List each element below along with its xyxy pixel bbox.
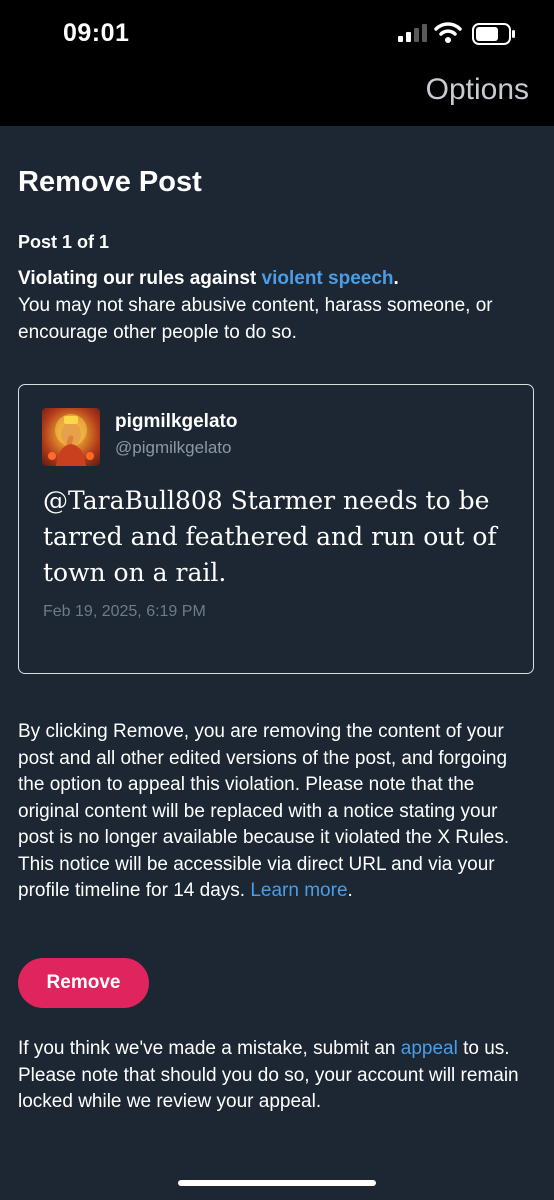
- options-button[interactable]: Options: [426, 73, 529, 107]
- status-bar: 09:01 Options: [0, 0, 554, 126]
- learn-more-link[interactable]: Learn more: [250, 880, 347, 901]
- home-indicator[interactable]: [178, 1180, 376, 1186]
- removal-disclaimer: By clicking Remove, you are removing the…: [18, 721, 510, 901]
- status-time: 09:01: [63, 19, 130, 47]
- violation-notice: Violating our rules against violent spee…: [18, 265, 548, 346]
- battery-icon: [472, 23, 515, 45]
- violation-description: You may not share abusive content, haras…: [18, 295, 493, 343]
- appeal-link[interactable]: appeal: [401, 1038, 458, 1059]
- post-handle: @pigmilkgelato: [115, 438, 232, 457]
- appeal-notice: If you think we've made a mistake, submi…: [18, 1038, 519, 1112]
- violation-lead: Violating our rules against violent spee…: [18, 268, 399, 289]
- post-username: pigmilkgelato: [115, 411, 238, 432]
- violent-speech-link[interactable]: violent speech: [262, 268, 394, 289]
- avatar-image: [48, 414, 94, 466]
- post-count: Post 1 of 1: [18, 232, 110, 252]
- cellular-signal-icon: [398, 24, 427, 42]
- avatar: [42, 408, 100, 466]
- remove-button[interactable]: Remove: [18, 958, 149, 1008]
- wifi-icon: [434, 22, 462, 43]
- post-date: Feb 19, 2025, 6:19 PM: [43, 603, 206, 620]
- post-card: pigmilkgelato @pigmilkgelato @TaraBull80…: [18, 384, 534, 674]
- post-text: @TaraBull808 Starmer needs to be tarred …: [43, 486, 497, 587]
- page-title: Remove Post: [18, 166, 202, 198]
